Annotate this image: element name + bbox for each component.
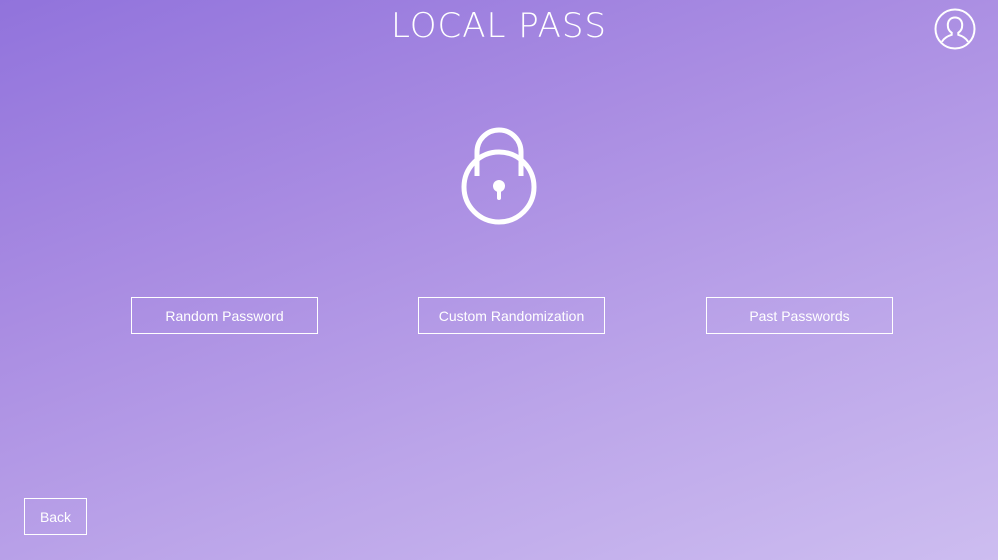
random-password-button[interactable]: Random Password — [131, 297, 318, 334]
user-profile-icon[interactable] — [934, 8, 976, 50]
padlock-icon — [461, 127, 537, 225]
profile-button[interactable] — [934, 8, 976, 50]
back-button[interactable]: Back — [24, 498, 87, 535]
past-passwords-button[interactable]: Past Passwords — [706, 297, 893, 334]
app-title: LOCAL PASS — [391, 6, 607, 46]
custom-randomization-button[interactable]: Custom Randomization — [418, 297, 605, 334]
